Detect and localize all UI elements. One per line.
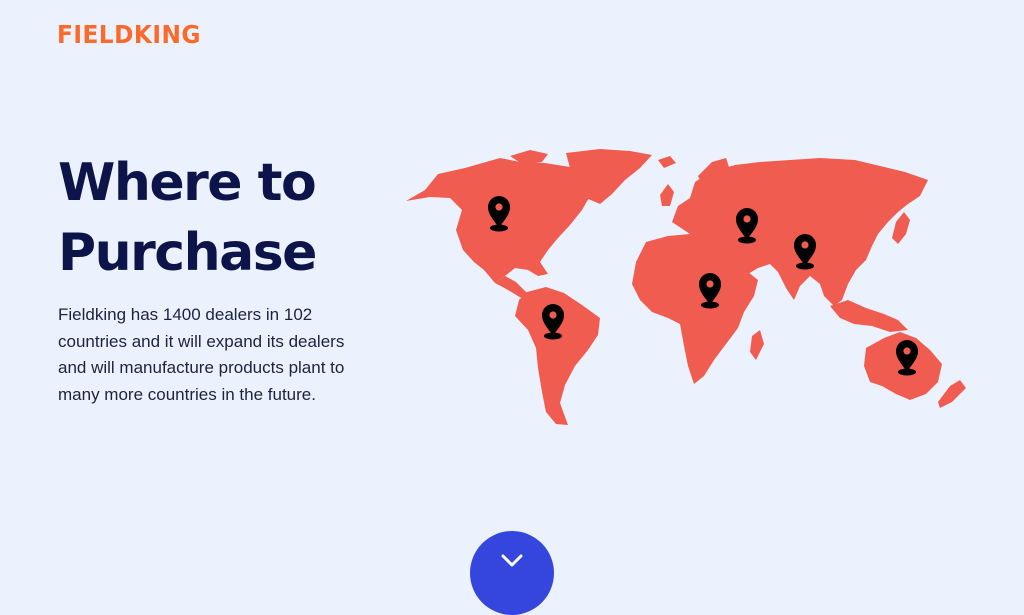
- japan-shape: [892, 212, 910, 244]
- scroll-down-button[interactable]: [470, 531, 554, 615]
- iceland-shape: [658, 156, 676, 168]
- logo[interactable]: FIELDKING: [57, 20, 201, 49]
- uk-shape: [660, 184, 674, 206]
- world-map: [406, 149, 966, 425]
- page-title-line-1: Where to: [58, 153, 317, 213]
- hero-description: Fieldking has 1400 dealers in 102 countr…: [58, 305, 345, 404]
- indonesia-shape: [830, 300, 908, 332]
- madagascar-shape: [750, 330, 764, 360]
- map-land: [406, 149, 966, 425]
- new-zealand-shape: [938, 380, 966, 408]
- africa-shape: [632, 234, 758, 384]
- page-title-line-2: Purchase: [58, 223, 317, 283]
- chevron-down-icon: [501, 554, 523, 567]
- page-title: Where to Purchase: [58, 148, 388, 288]
